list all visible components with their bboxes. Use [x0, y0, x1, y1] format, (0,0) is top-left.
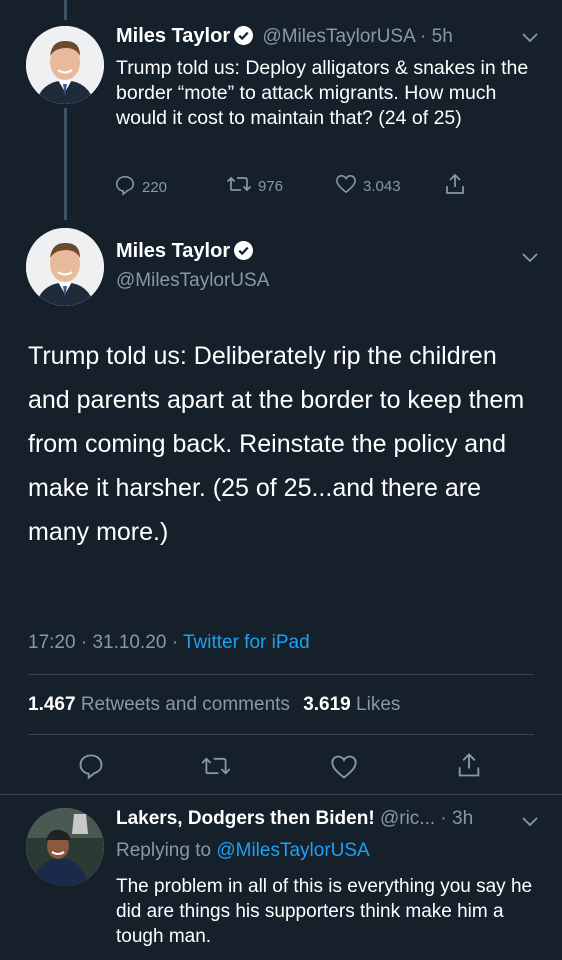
heart-icon	[335, 174, 357, 198]
time-separator: ·	[440, 808, 447, 829]
time-separator: ·	[420, 26, 427, 47]
reply-header: Lakers, Dodgers then Biden! @ric... · 3h	[116, 808, 473, 830]
chevron-down-icon[interactable]	[522, 250, 538, 268]
likes-count: 3.619	[303, 694, 351, 715]
retweet-icon	[200, 757, 232, 782]
reply-button[interactable]	[77, 752, 105, 785]
tweet-source-link[interactable]: Twitter for iPad	[183, 632, 310, 653]
meta-separator: ·	[80, 632, 88, 653]
likes-label: Likes	[356, 694, 401, 715]
verified-badge-icon	[234, 26, 254, 51]
retweets-label: Retweets and comments	[80, 694, 290, 715]
chevron-down-icon[interactable]	[522, 814, 538, 832]
thread-tweet-header: Miles Taylor @MilesTaylorUSA · 5h	[116, 25, 453, 51]
tweet-time: 17:20	[28, 632, 76, 653]
tweet-stats: 1.467 Retweets and comments 3.619 Likes	[28, 694, 400, 716]
section-divider	[0, 794, 562, 795]
tweet-time[interactable]: 3h	[452, 808, 473, 829]
share-icon	[456, 753, 482, 783]
retweet-button[interactable]	[200, 754, 232, 783]
replying-label: Replying to	[116, 840, 212, 861]
tweet-date: 31.10.20	[92, 632, 167, 653]
tweet-text: Trump told us: Deploy alligators & snake…	[116, 57, 529, 129]
retweet-button[interactable]: 976	[226, 174, 283, 198]
avatar[interactable]	[26, 26, 104, 104]
reply-button[interactable]: 220	[114, 174, 167, 200]
reply-icon	[114, 174, 136, 200]
tweet-time[interactable]: 5h	[432, 26, 453, 47]
reply-icon	[77, 754, 105, 784]
replying-handle-link[interactable]: @MilesTaylorUSA	[216, 840, 369, 861]
tweet-text: The problem in all of this is everything…	[116, 876, 533, 947]
divider	[28, 674, 534, 675]
share-button[interactable]	[456, 751, 482, 784]
meta-separator: ·	[171, 632, 179, 653]
thread-line-connector	[64, 108, 67, 220]
like-button[interactable]: 3.043	[335, 174, 401, 198]
tweet-text: Trump told us: Deliberately rip the chil…	[28, 342, 525, 546]
tweet-meta: 17:20 · 31.10.20 · Twitter for iPad	[28, 632, 310, 654]
author-handle[interactable]: @MilesTaylorUSA	[262, 26, 414, 47]
share-icon	[444, 172, 466, 200]
author-handle[interactable]: @ric...	[380, 808, 435, 829]
chevron-down-icon[interactable]	[522, 30, 538, 48]
reply-count: 220	[142, 178, 168, 196]
main-tweet-author: Miles Taylor @MilesTaylorUSA	[116, 240, 269, 292]
replying-to: Replying to @MilesTaylorUSA	[116, 840, 370, 862]
retweets-stat[interactable]: 1.467 Retweets and comments	[28, 694, 290, 715]
verified-badge-icon	[234, 241, 254, 266]
heart-icon	[330, 755, 358, 784]
likes-stat[interactable]: 3.619 Likes	[303, 694, 400, 715]
author-name[interactable]: Miles Taylor	[116, 240, 230, 262]
divider	[28, 734, 534, 735]
share-button[interactable]	[444, 172, 466, 200]
avatar[interactable]	[26, 228, 104, 306]
avatar[interactable]	[26, 808, 104, 886]
author-handle[interactable]: @MilesTaylorUSA	[116, 270, 269, 292]
author-name[interactable]: Miles Taylor	[116, 25, 230, 47]
like-button[interactable]	[330, 754, 358, 785]
like-count: 3.043	[363, 177, 401, 195]
retweet-count: 976	[258, 177, 284, 195]
author-name[interactable]: Lakers, Dodgers then Biden!	[116, 808, 375, 829]
retweets-count: 1.467	[28, 694, 76, 715]
retweet-icon	[226, 174, 252, 198]
thread-line-top	[64, 0, 67, 20]
